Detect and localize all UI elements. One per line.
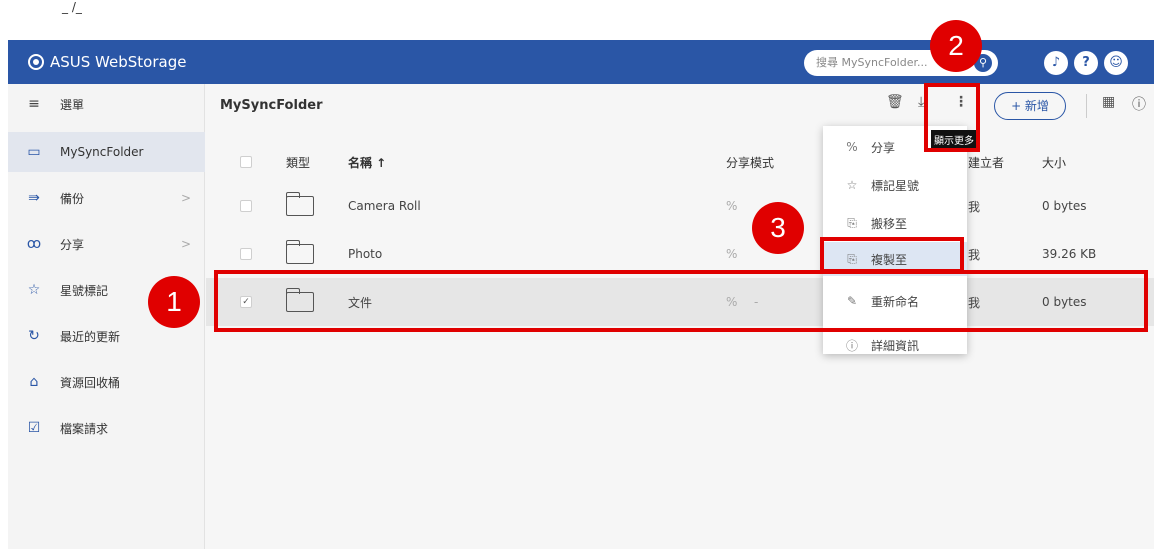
trash-icon[interactable]: 🗑 — [886, 94, 904, 118]
folder-icon — [285, 240, 314, 264]
search-placeholder: 搜尋 MySyncFolder... — [816, 56, 928, 69]
move-icon: ⎘ — [847, 215, 857, 230]
chevron-right-icon: > — [180, 191, 191, 205]
trash-icon: ⌂ — [29, 374, 39, 390]
brand[interactable]: ASUS WebStorage — [28, 40, 186, 84]
sidebar-item-label: 選單 — [60, 97, 85, 112]
star-icon: ☆ — [846, 178, 858, 192]
chevron-right-icon: > — [180, 237, 191, 251]
info-icon[interactable]: ⓘ — [1132, 94, 1146, 118]
sidebar-item-file-request[interactable]: ☑ 檔案請求 — [8, 408, 205, 448]
top-note: _ /_ — [62, 0, 82, 14]
info-icon: ⓘ — [845, 338, 858, 353]
sidebar-item-backup[interactable]: ⇛ 備份 > — [8, 178, 205, 218]
menu-icon: ≡ — [28, 96, 40, 112]
sidebar-item-label: 分享 — [60, 237, 85, 252]
column-size[interactable]: 大小 — [1042, 142, 1066, 182]
menu-item-label: 詳細資訊 — [871, 338, 920, 353]
share-link-icon[interactable]: % — [726, 182, 737, 230]
brand-name: ASUS WebStorage — [50, 53, 187, 71]
owner: 我 — [968, 199, 981, 214]
top-bar: ASUS WebStorage 搜尋 MySyncFolder... ⚲ ♪ ?… — [8, 40, 1154, 84]
backup-icon: ⇛ — [28, 190, 40, 206]
grid-view-icon[interactable]: ▦ — [1102, 94, 1115, 118]
annotation-badge-1: 1 — [148, 276, 200, 328]
sidebar-item-label: 最近的更新 — [60, 329, 121, 344]
sidebar-menu-toggle[interactable]: ≡ 選單 — [8, 84, 205, 124]
file-name[interactable]: Camera Roll — [348, 182, 421, 230]
menu-item-label: 分享 — [871, 140, 896, 155]
share-icon: ꝏ — [26, 236, 42, 252]
sidebar-item-label: 星號標記 — [60, 283, 109, 298]
sidebar-item-label: MySyncFolder — [60, 145, 144, 159]
column-share-mode[interactable]: 分享模式 — [726, 142, 774, 182]
row-checkbox[interactable] — [240, 200, 252, 212]
add-button[interactable]: + 新增 — [994, 92, 1066, 120]
user-icon[interactable]: ☺ — [1104, 51, 1128, 75]
annotation-box-2 — [924, 83, 980, 152]
annotation-box-3 — [820, 237, 964, 273]
column-type[interactable]: 類型 — [286, 142, 310, 182]
table-row[interactable]: Camera Roll % 我 0 bytes — [206, 182, 1154, 230]
sidebar-item-trash[interactable]: ⌂ 資源回收桶 — [8, 362, 205, 402]
folder-icon — [285, 192, 314, 216]
sidebar-item-label: 檔案請求 — [60, 421, 109, 436]
menu-item-move[interactable]: ⎘ 搬移至 — [823, 206, 967, 240]
row-checkbox[interactable] — [240, 248, 252, 260]
annotation-box-1 — [214, 270, 1148, 332]
file-request-icon: ☑ — [27, 420, 41, 436]
menu-item-label: 搬移至 — [871, 216, 908, 231]
annotation-badge-2: 2 — [930, 20, 982, 72]
bell-icon[interactable]: ♪ — [1044, 51, 1068, 75]
file-size: 0 bytes — [1042, 199, 1087, 213]
column-name[interactable]: 名稱 ↑ — [348, 142, 386, 182]
monitor-icon: ▭ — [27, 144, 41, 160]
sidebar-item-mysyncfolder[interactable]: ▭ MySyncFolder — [8, 132, 205, 172]
menu-item-details[interactable]: ⓘ 詳細資訊 — [823, 336, 967, 354]
toolbar-divider — [1086, 94, 1087, 118]
refresh-icon: ↻ — [28, 328, 40, 344]
breadcrumb[interactable]: MySyncFolder — [220, 98, 322, 113]
table-header: 類型 名稱 ↑ 分享模式 建立者 大小 — [206, 142, 1154, 182]
sidebar-item-label: 備份 — [60, 191, 85, 206]
select-all-checkbox[interactable] — [240, 156, 252, 168]
sidebar-item-label: 資源回收桶 — [60, 375, 121, 390]
brand-logo-icon — [28, 54, 44, 70]
annotation-badge-3: 3 — [752, 202, 804, 254]
sidebar-item-share[interactable]: ꝏ 分享 > — [8, 224, 205, 264]
link-icon: % — [846, 140, 858, 154]
star-icon: ☆ — [27, 282, 41, 298]
menu-item-label: 標記星號 — [871, 178, 920, 193]
help-icon[interactable]: ? — [1074, 51, 1098, 75]
menu-item-star[interactable]: ☆ 標記星號 — [823, 168, 967, 202]
